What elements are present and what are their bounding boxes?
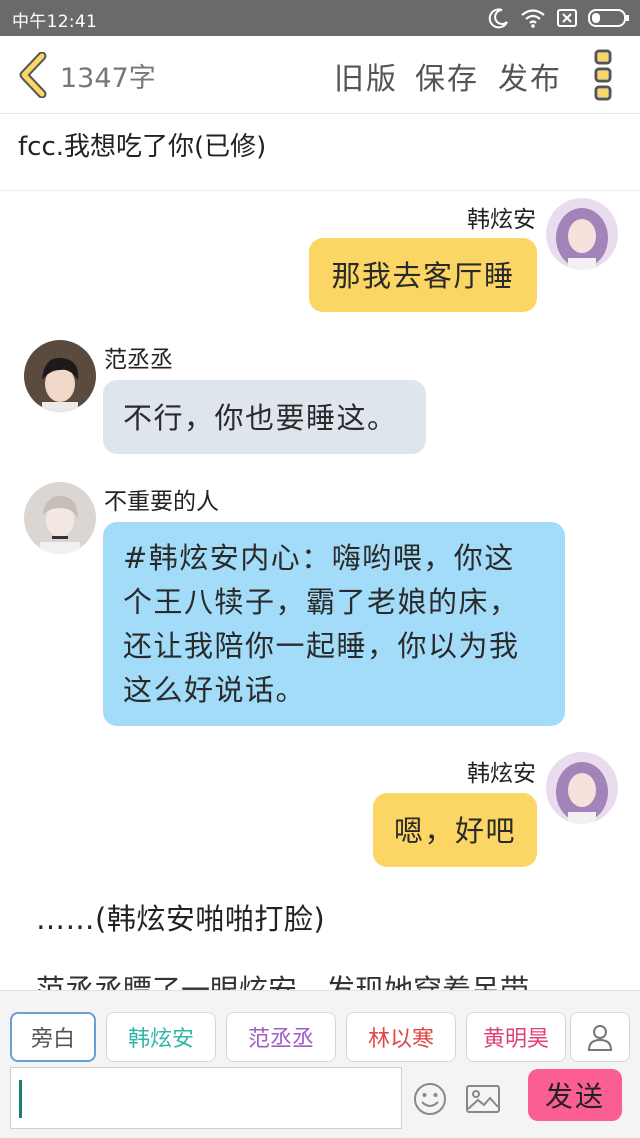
avatar[interactable] <box>546 198 618 270</box>
role-chip-label: 韩炫安 <box>127 1027 194 1052</box>
message-line: 这么好说话。 <box>123 673 307 707</box>
add-role-button[interactable] <box>570 1012 630 1062</box>
wifi-icon <box>521 9 545 28</box>
message-bubble[interactable]: 不行，你也要睡这。 <box>103 380 426 454</box>
word-count: 1347字 <box>60 63 156 94</box>
avatar[interactable] <box>24 340 96 412</box>
image-icon[interactable] <box>465 1083 501 1115</box>
back-arrow-icon[interactable] <box>16 52 52 98</box>
editor-toolbar: 1347字 旧版 保存 发布 <box>0 36 640 114</box>
moon-icon <box>488 8 508 29</box>
message-line: #韩炫安内心：嗨哟喂，你这 <box>123 541 515 575</box>
role-chip-label: 范丞丞 <box>247 1027 314 1052</box>
save-button[interactable]: 保存 <box>415 54 479 98</box>
speaker-name: 韩炫安 <box>467 207 536 233</box>
speaker-name: 韩炫安 <box>467 761 536 787</box>
role-chip-label: 林以寒 <box>367 1027 434 1052</box>
narration-text-partial[interactable]: 范丞丞瞟了一眼炫安，发现她穿着吊带 <box>36 968 596 990</box>
sim-off-icon <box>557 9 577 27</box>
story-title[interactable]: fcc.我想吃了你(已修) <box>18 126 266 163</box>
person-icon <box>587 1025 613 1051</box>
old-version-button[interactable]: 旧版 <box>334 54 398 98</box>
text-caret <box>19 1080 22 1118</box>
narration-cut-line: 范丞丞瞟了一眼炫安，发现她穿着吊带 <box>36 973 530 990</box>
message-bubble[interactable]: #韩炫安内心：嗨哟喂，你这 个王八犊子，霸了老娘的床， 还让我陪你一起睡，你以为… <box>103 522 565 726</box>
role-chip-label: 黄明昊 <box>482 1027 549 1052</box>
composer-panel: 旁白 韩炫安 范丞丞 林以寒 黄明昊 发送 <box>0 990 640 1138</box>
avatar[interactable] <box>546 752 618 824</box>
message-bubble[interactable]: 那我去客厅睡 <box>309 238 537 312</box>
role-chip-fanchengcheng[interactable]: 范丞丞 <box>226 1012 336 1062</box>
role-chip-huangminghao[interactable]: 黄明昊 <box>466 1012 566 1062</box>
status-bar: 中午12:41 <box>0 0 640 36</box>
role-chip-hanxuanan[interactable]: 韩炫安 <box>106 1012 216 1062</box>
role-chip-label: 旁白 <box>30 1027 75 1052</box>
role-chip-narrator[interactable]: 旁白 <box>10 1012 96 1062</box>
send-button[interactable]: 发送 <box>528 1069 622 1121</box>
status-time: 中午12:41 <box>12 12 98 32</box>
speaker-name: 不重要的人 <box>104 489 219 515</box>
publish-button[interactable]: 发布 <box>498 54 562 98</box>
message-line: 还让我陪你一起睡，你以为我 <box>123 629 520 663</box>
role-chip-linyihan[interactable]: 林以寒 <box>346 1012 456 1062</box>
avatar[interactable] <box>24 482 96 554</box>
divider <box>0 190 640 191</box>
message-line: 个王八犊子，霸了老娘的床， <box>123 585 520 619</box>
emoji-icon[interactable] <box>412 1081 448 1117</box>
status-icons <box>488 6 630 30</box>
battery-icon <box>588 9 629 27</box>
message-bubble[interactable]: 嗯，好吧 <box>373 793 537 867</box>
more-menu-icon[interactable] <box>592 48 616 102</box>
speaker-name: 范丞丞 <box>104 347 173 373</box>
message-input[interactable] <box>10 1067 402 1129</box>
narration-text[interactable]: ……(韩炫安啪啪打脸) <box>36 896 325 938</box>
